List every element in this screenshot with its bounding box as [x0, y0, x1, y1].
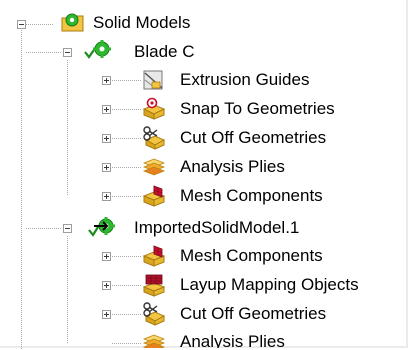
tree-node-label: Cut Off Geometries — [180, 304, 327, 323]
analysis-plies-icon — [142, 155, 166, 179]
tree-node-cut-off-geometries[interactable]: Cut Off Geometries — [0, 300, 400, 330]
solid-models-folder-icon — [61, 10, 85, 34]
tree-node-solid-models[interactable]: Solid Models — [0, 8, 400, 38]
mesh-components-icon — [142, 184, 166, 208]
collapse-toggle[interactable] — [17, 20, 26, 29]
tree-node-label: Mesh Components — [180, 186, 323, 205]
tree-node-label: Extrusion Guides — [180, 70, 310, 89]
mesh-components-icon — [142, 244, 166, 268]
tree-node-analysis-plies[interactable]: Analysis Plies — [0, 328, 400, 348]
expand-toggle[interactable] — [102, 76, 111, 85]
tree-node-label: Layup Mapping Objects — [180, 275, 359, 294]
expand-toggle[interactable] — [102, 163, 111, 172]
tree-node-label: Blade C — [134, 42, 195, 61]
analysis-plies-icon — [142, 331, 166, 348]
expand-toggle[interactable] — [102, 252, 111, 261]
collapse-toggle[interactable] — [63, 48, 72, 57]
collapse-toggle[interactable] — [63, 224, 72, 233]
cut-off-geometry-icon — [142, 126, 166, 150]
expand-toggle[interactable] — [102, 134, 111, 143]
tree-node-label: Analysis Plies — [180, 157, 285, 176]
tree-node-imported-solid-model[interactable]: ImportedSolidModel.1 — [0, 213, 400, 243]
tree-node-label: Solid Models — [93, 13, 191, 32]
snap-to-geometry-icon — [142, 97, 166, 121]
expand-toggle[interactable] — [102, 105, 111, 114]
expand-toggle[interactable] — [102, 281, 111, 290]
tree-node-label: Snap To Geometries — [180, 99, 335, 118]
tree-node-mesh-components[interactable]: Mesh Components — [0, 182, 400, 212]
solid-model-gear-check-icon — [84, 38, 112, 62]
tree-node-snap-to-geometries[interactable]: Snap To Geometries — [0, 95, 400, 125]
tree-node-layup-mapping-objects[interactable]: Layup Mapping Objects — [0, 271, 400, 301]
tree-view-panel: Solid Models Blade C Extrusion Guides Sn… — [0, 0, 408, 350]
tree-node-cut-off-geometries[interactable]: Cut Off Geometries — [0, 124, 400, 154]
tree-node-label: Mesh Components — [180, 246, 323, 265]
expand-toggle[interactable] — [102, 310, 111, 319]
tree-node-label: Cut Off Geometries — [180, 128, 327, 147]
tree-node-analysis-plies[interactable]: Analysis Plies — [0, 153, 400, 183]
expand-toggle[interactable] — [102, 192, 111, 201]
imported-solid-model-icon — [88, 215, 116, 239]
layup-mapping-objects-icon — [142, 273, 166, 297]
tree-node-blade-c[interactable]: Blade C — [0, 38, 400, 68]
cut-off-geometry-icon — [142, 302, 166, 326]
tree-node-mesh-components[interactable]: Mesh Components — [0, 242, 400, 272]
tree-node-extrusion-guides[interactable]: Extrusion Guides — [0, 66, 400, 96]
tree-node-label: Analysis Plies — [180, 332, 285, 348]
extrusion-guides-icon — [142, 68, 166, 92]
tree-node-label: ImportedSolidModel.1 — [134, 218, 300, 237]
